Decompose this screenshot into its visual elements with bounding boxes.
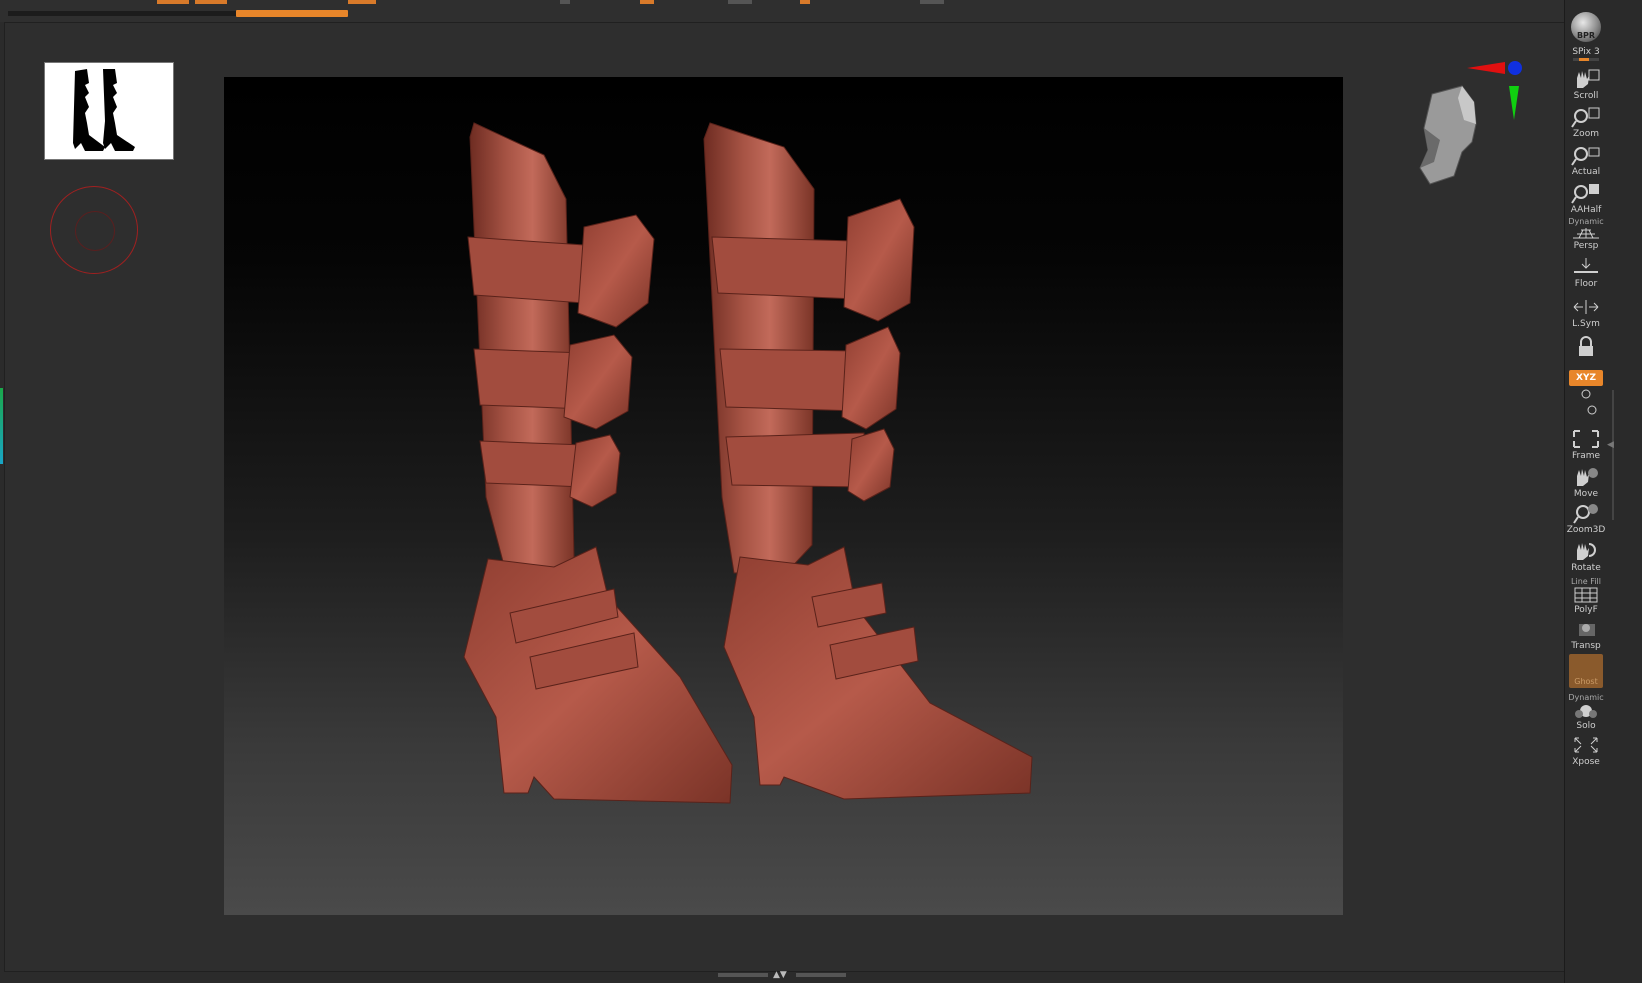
ghost-button[interactable]: Ghost (1566, 654, 1606, 688)
zoom3d-button[interactable]: Zoom3D (1566, 502, 1606, 535)
xyz-label: XYZ (1576, 373, 1596, 383)
rotate-axis-icons (1581, 389, 1597, 415)
top-tab-indicator[interactable] (348, 0, 376, 4)
persp-dynamic-label: Dynamic (1568, 217, 1604, 226)
bpr-button[interactable]: BPR (1566, 12, 1606, 42)
floor-label: Floor (1574, 279, 1598, 289)
polyframe-grid-icon (1574, 587, 1598, 603)
zoom3d-icon (1573, 504, 1598, 524)
lsym-button[interactable]: L.Sym (1566, 296, 1606, 329)
xpose-icon (1574, 737, 1598, 753)
hand-scroll-icon (1577, 69, 1600, 88)
aahalf-icon (1571, 184, 1599, 204)
rotate-icon (1577, 543, 1596, 560)
viewport-canvas[interactable] (224, 77, 1343, 915)
top-tab-indicator[interactable] (560, 0, 570, 4)
actual-size-icon (1571, 147, 1600, 166)
solo-icon (1575, 705, 1597, 718)
top-tab-indicator[interactable] (195, 0, 227, 4)
right-boot (703, 122, 1033, 800)
polyf-button[interactable]: Line Fill PolyF (1566, 577, 1606, 616)
polyf-linefill-label: Line Fill (1571, 577, 1601, 586)
solo-button[interactable]: Dynamic Solo (1566, 693, 1606, 732)
spix-slider[interactable]: SPix 3 (1566, 46, 1606, 61)
persp-button[interactable]: Dynamic Persp (1566, 217, 1606, 252)
zoom3d-label: Zoom3D (1566, 525, 1606, 535)
solo-label: Solo (1576, 721, 1596, 731)
zoom-icon (1571, 107, 1600, 128)
right-shelf-scroll-arrow[interactable]: ◀ (1607, 440, 1614, 450)
floor-button[interactable]: Floor (1566, 256, 1606, 289)
frame-icon (1573, 430, 1599, 448)
move-hand-icon (1577, 468, 1598, 486)
scroll-label: Scroll (1573, 91, 1599, 101)
lazy-mouse-cursor (50, 186, 138, 274)
local-symmetry-icon (1573, 300, 1599, 314)
zoom-button[interactable]: Zoom (1566, 106, 1606, 139)
solo-dynamic-label: Dynamic (1568, 693, 1604, 702)
spix-slider-track[interactable] (1573, 58, 1599, 61)
navigation-head-icon[interactable] (1410, 80, 1500, 190)
aahalf-label: AAHalf (1570, 205, 1602, 215)
bottom-tray-handle[interactable]: ▲▼ (718, 971, 848, 980)
boots-silhouette-thumbnail (73, 69, 135, 151)
top-menu-bar (0, 0, 1642, 22)
aahalf-button[interactable]: AAHalf (1566, 182, 1606, 215)
lsym-label: L.Sym (1572, 319, 1600, 329)
timeline-strip[interactable] (8, 11, 236, 16)
ghost-toggle[interactable]: Ghost (1569, 654, 1603, 688)
xyz-toggle[interactable]: XYZ (1569, 370, 1603, 386)
xpose-label: Xpose (1572, 757, 1600, 767)
left-boot (463, 122, 733, 804)
floor-icon (1574, 258, 1598, 273)
spix-label: SPix 3 (1572, 47, 1600, 57)
transp-label: Transp (1571, 641, 1601, 651)
persp-label: Persp (1573, 241, 1599, 251)
top-tab-indicator[interactable] (640, 0, 654, 4)
top-tab-indicator[interactable] (800, 0, 810, 4)
move-label: Move (1573, 489, 1599, 499)
right-shelf-scrollbar[interactable] (1612, 390, 1614, 520)
transparency-icon (1579, 624, 1595, 636)
actual-label: Actual (1571, 167, 1601, 177)
zoom-label: Zoom (1573, 129, 1599, 139)
navigation-thumbnail[interactable] (44, 62, 174, 160)
top-tab-indicator[interactable] (728, 0, 752, 4)
polyf-label: PolyF (1574, 605, 1598, 615)
bpr-label: BPR (1576, 31, 1596, 40)
perspective-grid-icon (1573, 228, 1599, 239)
lock-button[interactable] (1566, 336, 1606, 358)
transp-button[interactable]: Transp (1566, 618, 1606, 651)
scroll-button[interactable]: Scroll (1566, 68, 1606, 101)
top-tab-indicator[interactable] (157, 0, 189, 4)
move-button[interactable]: Move (1566, 466, 1606, 499)
camera-lock-icon (1579, 336, 1593, 356)
actual-button[interactable]: Actual (1566, 144, 1606, 177)
frame-button[interactable]: Frame (1566, 428, 1606, 461)
frame-label: Frame (1571, 451, 1601, 461)
top-tab-indicator[interactable] (920, 0, 944, 4)
rotate-button[interactable]: Rotate (1566, 540, 1606, 573)
xyz-rotate-button[interactable]: XYZ (1566, 370, 1606, 418)
left-tray-edge[interactable] (0, 388, 3, 464)
progress-bar (236, 10, 348, 17)
boots-3d-model[interactable] (224, 77, 1343, 915)
xpose-button[interactable]: Xpose (1566, 734, 1606, 767)
rotate-label: Rotate (1571, 563, 1601, 573)
ghost-label: Ghost (1574, 677, 1598, 686)
